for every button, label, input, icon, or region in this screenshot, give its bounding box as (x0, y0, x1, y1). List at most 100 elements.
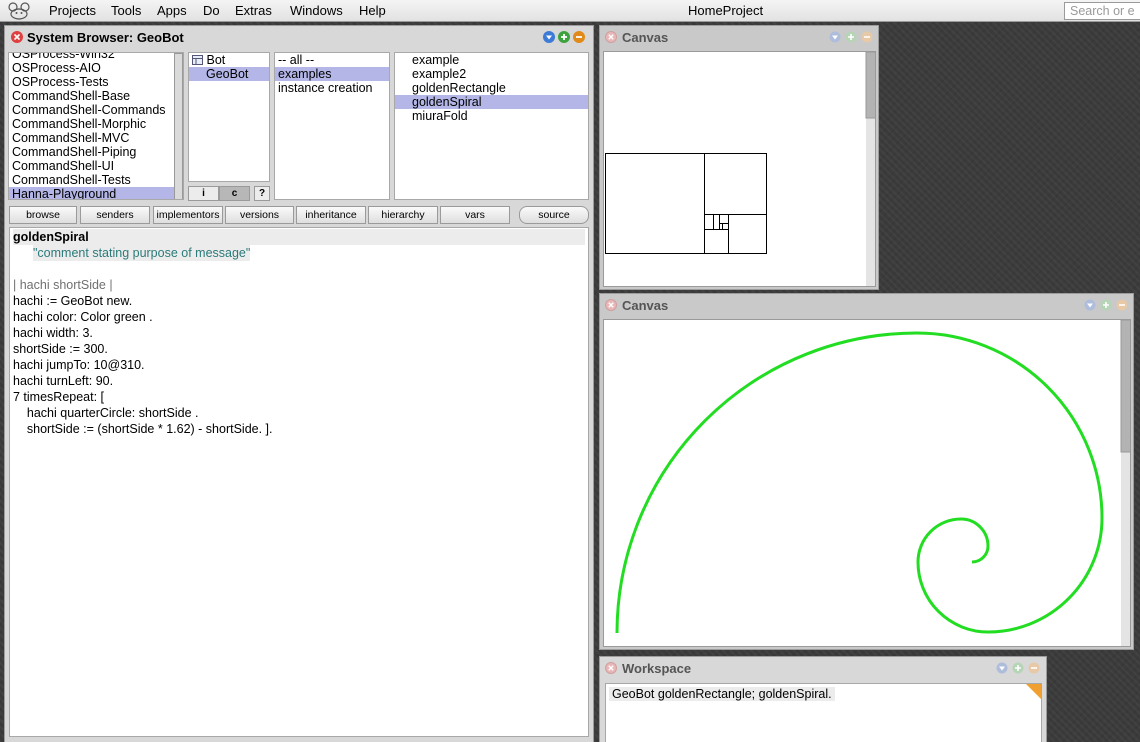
golden-rectangle-drawing (605, 52, 875, 286)
close-icon[interactable] (605, 299, 617, 311)
versions-button[interactable]: versions (225, 206, 294, 224)
method-comment: "comment stating purpose of message" (33, 245, 251, 261)
code-line: shortSide := 300. (13, 342, 108, 356)
package-item[interactable]: CommandShell-Tests (9, 173, 183, 187)
menu-windows[interactable]: Windows (290, 3, 343, 18)
browser-title: System Browser: GeoBot (27, 30, 184, 45)
workspace-text: GeoBot goldenRectangle; goldenSpiral. (609, 687, 835, 701)
class-item-label: GeoBot (206, 67, 249, 81)
spiral-path (615, 331, 1104, 634)
comment-toggle[interactable]: ? (254, 186, 270, 201)
method-list[interactable]: example example2 goldenRectangle goldenS… (394, 52, 589, 200)
source-button[interactable]: source (519, 206, 589, 224)
method-item[interactable]: miuraFold (395, 109, 588, 123)
class-item[interactable]: Bot (189, 53, 269, 67)
workspace-title: Workspace (622, 661, 692, 676)
code-line: hachi color: Color green . (13, 310, 153, 324)
code-line: hachi := GeoBot new. (13, 294, 133, 308)
class-side-toggle[interactable]: c (219, 186, 250, 201)
collapse-icon[interactable] (1116, 299, 1128, 311)
window-menu-icon[interactable] (543, 31, 555, 43)
senders-button[interactable]: senders (80, 206, 150, 224)
method-item-selected[interactable]: goldenSpiral (395, 95, 588, 109)
squeak-mouse-icon[interactable] (6, 2, 32, 20)
class-item-selected[interactable]: GeoBot (189, 67, 269, 81)
canvas-titlebar[interactable]: Canvas (600, 26, 878, 48)
method-item[interactable]: example2 (395, 67, 588, 81)
window-menu-icon[interactable] (1084, 299, 1096, 311)
package-item[interactable]: OSProcess-Tests (9, 75, 183, 89)
canvas-title: Canvas (622, 30, 669, 45)
category-item[interactable]: instance creation (275, 81, 389, 95)
expand-icon[interactable] (845, 31, 857, 43)
expand-icon[interactable] (1100, 299, 1112, 311)
code-line: hachi width: 3. (13, 326, 93, 340)
rectangle-canvas[interactable] (603, 51, 876, 287)
canvas-window-rectangle: Canvas (599, 25, 879, 290)
method-item[interactable]: goldenRectangle (395, 81, 588, 95)
code-line: hachi quarterCircle: shortSide . (13, 406, 199, 420)
package-item[interactable]: CommandShell-UI (9, 159, 183, 173)
package-item-selected[interactable]: Hanna-Playground (9, 187, 183, 199)
implementors-button[interactable]: implementors (153, 206, 223, 224)
search-input[interactable]: Search or e (1064, 2, 1140, 20)
inheritance-button[interactable]: inheritance (296, 206, 366, 224)
collapse-icon[interactable] (1028, 662, 1040, 674)
package-item[interactable]: CommandShell-Base (9, 89, 183, 103)
workspace-window: Workspace GeoBot goldenRectangle; golden… (599, 656, 1047, 742)
package-item[interactable]: CommandShell-Morphic (9, 117, 183, 131)
package-scrollbar[interactable] (174, 53, 183, 199)
class-item-label: Bot (206, 53, 226, 67)
system-browser-window: System Browser: GeoBot OSProcess-Win32 O… (4, 25, 594, 742)
menu-tools[interactable]: Tools (111, 3, 141, 18)
hierarchy-button[interactable]: hierarchy (368, 206, 438, 224)
instance-toggle[interactable]: i (188, 186, 219, 201)
method-header: goldenSpiral (13, 229, 585, 245)
package-item[interactable]: OSProcess-AIO (9, 61, 183, 75)
close-icon[interactable] (605, 662, 617, 674)
package-item[interactable]: CommandShell-Commands (9, 103, 183, 117)
code-editor[interactable]: goldenSpiral "comment stating purpose of… (9, 227, 589, 737)
menu-do[interactable]: Do (203, 3, 220, 18)
code-line: hachi jumpTo: 10@310. (13, 358, 145, 372)
class-table-icon (192, 55, 203, 65)
close-icon[interactable] (11, 31, 23, 43)
collapse-icon[interactable] (861, 31, 873, 43)
vars-button[interactable]: vars (440, 206, 510, 224)
collapse-icon[interactable] (573, 31, 585, 43)
expand-icon[interactable] (558, 31, 570, 43)
menu-bar: Projects Tools Apps Do Extras Windows He… (0, 0, 1140, 22)
category-list[interactable]: -- all -- examples instance creation (274, 52, 390, 200)
workspace-editor[interactable]: GeoBot goldenRectangle; goldenSpiral. (605, 683, 1042, 742)
package-item[interactable]: OSProcess-Win32 (9, 53, 183, 61)
window-menu-icon[interactable] (829, 31, 841, 43)
code-line: 7 timesRepeat: [ (13, 390, 105, 404)
package-item[interactable]: CommandShell-Piping (9, 145, 183, 159)
workspace-titlebar[interactable]: Workspace (600, 657, 1046, 679)
close-icon[interactable] (605, 31, 617, 43)
menu-help[interactable]: Help (359, 3, 386, 18)
spiral-canvas[interactable] (603, 319, 1131, 647)
menu-extras[interactable]: Extras (235, 3, 272, 18)
menu-apps[interactable]: Apps (157, 3, 187, 18)
category-item[interactable]: -- all -- (275, 53, 389, 67)
package-list[interactable]: OSProcess-Win32 OSProcess-AIO OSProcess-… (8, 52, 184, 200)
code-line: shortSide := (shortSide * 1.62) - shortS… (13, 422, 273, 436)
package-scroll-thumb[interactable] (174, 53, 183, 199)
workspace-corner-flag (1026, 684, 1041, 699)
expand-icon[interactable] (1012, 662, 1024, 674)
category-item-selected[interactable]: examples (275, 67, 389, 81)
code-line: | hachi shortSide | (13, 278, 113, 292)
canvas-titlebar[interactable]: Canvas (600, 294, 1133, 316)
menu-projects[interactable]: Projects (49, 3, 96, 18)
browser-titlebar[interactable]: System Browser: GeoBot (5, 26, 593, 48)
project-title[interactable]: HomeProject (688, 3, 763, 18)
canvas-window-spiral: Canvas (599, 293, 1134, 650)
method-item[interactable]: example (395, 53, 588, 67)
canvas-title: Canvas (622, 298, 669, 313)
class-list[interactable]: Bot GeoBot (188, 52, 270, 182)
package-item[interactable]: CommandShell-MVC (9, 131, 183, 145)
window-menu-icon[interactable] (996, 662, 1008, 674)
browse-button[interactable]: browse (9, 206, 77, 224)
golden-spiral-drawing (615, 320, 1130, 646)
